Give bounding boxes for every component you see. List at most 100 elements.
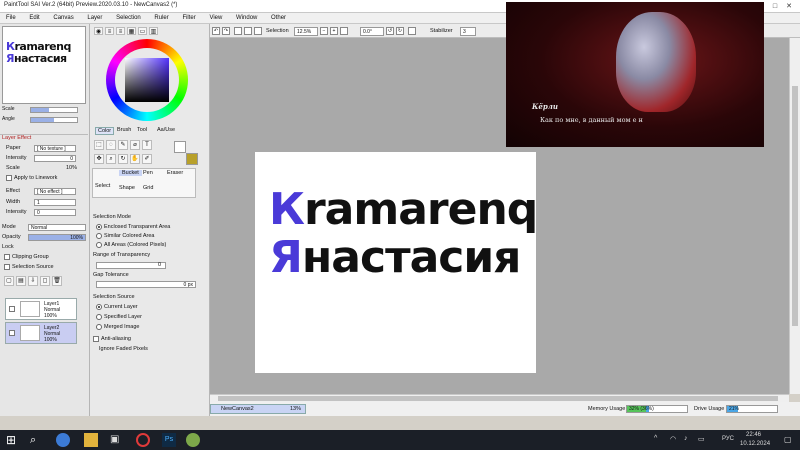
eyedropper-icon[interactable]: ⌀ [130,140,140,150]
layer-row-selected[interactable]: Layer2 Normal 100% [5,322,77,344]
menu-filter[interactable]: Filter [182,13,195,24]
horizontal-scrollbar[interactable] [210,394,789,402]
rect-select-icon[interactable]: ⬚ [94,140,104,150]
new-folder-icon[interactable]: ▤ [16,276,26,286]
document-tab[interactable]: NewCanvas2 13% [210,404,306,414]
tab-brush[interactable]: Brush [117,127,131,133]
source-merged-radio[interactable] [96,324,102,330]
hsv-slider-icon[interactable]: ≡ [116,27,125,35]
paint-tool-sai-icon[interactable] [186,433,200,447]
color-wheel[interactable] [106,39,188,121]
merge-down-icon[interactable]: ⇩ [28,276,38,286]
paper-select[interactable]: [ No texture ] [34,145,76,152]
color-picker-icon[interactable]: ✐ [142,154,152,164]
menu-file[interactable]: File [6,13,16,24]
text-tool-icon[interactable]: T [142,140,152,150]
color-wheel-mode-icon[interactable]: ◉ [94,27,103,35]
menu-canvas[interactable]: Canvas [53,13,73,24]
network-icon[interactable]: ◠ [670,435,676,443]
primary-color-swatch[interactable] [186,153,198,165]
tool-tab-select[interactable]: Select [95,183,110,189]
file-explorer-icon[interactable] [84,433,98,447]
intensity-field[interactable]: 0 [34,155,76,162]
blend-mode-select[interactable]: Normal [28,224,86,231]
navigator-zoom-slider[interactable]: Scale [2,106,88,114]
stabilizer-field[interactable]: 3 [460,27,476,36]
zoom-in-icon[interactable]: + [330,27,338,35]
clipping-group-checkbox[interactable] [4,254,10,260]
zoom-field[interactable]: 12.5% [294,27,318,36]
undo-icon[interactable]: ↶ [212,27,220,35]
range-slider[interactable] [96,262,166,269]
angle-field[interactable]: 0.0° [360,27,384,36]
search-icon[interactable]: ⌕ [30,433,44,447]
zoom-reset-icon[interactable] [340,27,348,35]
effect-select[interactable]: [ No effect ] [34,188,76,195]
source-specified-radio[interactable] [96,314,102,320]
width-field[interactable]: 1 [34,199,76,206]
tool-tab-bucket[interactable]: Bucket [119,170,142,176]
clock-time[interactable]: 22:46 [746,432,761,438]
apply-linework-checkbox[interactable] [6,175,12,181]
show-selection-icon[interactable] [254,27,262,35]
antialiasing-checkbox[interactable] [93,336,99,342]
layer-row[interactable]: Layer1 Normal 100% [5,298,77,320]
intensity2-field[interactable]: 0 [34,209,76,216]
close-button[interactable]: ✕ [778,1,800,12]
store-icon[interactable]: ▣ [110,433,124,447]
vertical-scroll-thumb[interactable] [792,86,798,326]
photoshop-icon[interactable]: Ps [162,433,176,447]
mode-all-radio[interactable] [96,242,102,248]
layer-effect-header[interactable]: Layer Effect [0,134,88,142]
delete-layer-icon[interactable]: 🗑 [52,276,62,286]
volume-icon[interactable]: ♪ [684,435,688,442]
notifications-icon[interactable]: ▢ [784,435,792,444]
deselect-icon[interactable] [234,27,242,35]
tab-tool[interactable]: Tool [137,127,147,133]
swatches-icon[interactable]: ▥ [149,27,158,35]
magic-wand-icon[interactable]: ✎ [118,140,128,150]
chat-app-icon[interactable] [56,433,70,447]
new-layer-icon[interactable]: ▢ [4,276,14,286]
menu-layer[interactable]: Layer [87,13,102,24]
tab-aause[interactable]: Aa/Use [157,127,175,133]
menu-other[interactable]: Other [271,13,286,24]
zoom-out-icon[interactable]: − [320,27,328,35]
zoom-tool-icon[interactable]: ⌕ [106,154,116,164]
saturation-value-square[interactable] [125,58,169,102]
menu-ruler[interactable]: Ruler [154,13,168,24]
source-current-radio[interactable] [96,304,102,310]
gap-tolerance-slider[interactable]: 0 px [96,281,196,288]
vertical-scrollbar[interactable] [789,38,800,394]
flip-icon[interactable] [408,27,416,35]
tool-tab-pen[interactable]: Pen [143,170,153,176]
rotate-tool-icon[interactable]: ↻ [118,154,128,164]
horizontal-scroll-thumb[interactable] [218,396,778,401]
palette-icon[interactable]: ▦ [127,27,136,35]
tool-tab-eraser[interactable]: Eraser [167,170,183,176]
mixer-icon[interactable]: ▭ [138,27,147,35]
menu-selection[interactable]: Selection [116,13,141,24]
lasso-icon[interactable]: ◌ [106,140,116,150]
tool-tab-shape[interactable]: Shape [119,185,135,191]
layer-visibility-checkbox[interactable] [9,306,15,312]
tool-tab-grid[interactable]: Grid [143,185,153,191]
rotate-right-icon[interactable]: ↻ [396,27,404,35]
language-indicator[interactable]: РУС [722,436,734,442]
opacity-slider[interactable]: 100% [28,234,86,241]
document-canvas[interactable]: Кramarenq Янастасия [255,152,538,373]
tab-color[interactable]: Color [95,127,115,135]
menu-edit[interactable]: Edit [29,13,39,24]
secondary-color-swatch[interactable] [174,141,186,153]
video-overlay[interactable]: Кёрли Как по мне, в данный мом е н [506,2,764,147]
clear-layer-icon[interactable]: ◻ [40,276,50,286]
clock-date[interactable]: 10.12.2024 [740,441,770,447]
rotate-left-icon[interactable]: ↺ [386,27,394,35]
hand-tool-icon[interactable]: ✋ [130,154,140,164]
navigator-preview[interactable]: Кramarenq Янастасия [2,26,86,104]
mode-enclosed-radio[interactable] [96,224,102,230]
redo-icon[interactable]: ↷ [222,27,230,35]
navigator-angle-slider[interactable]: Angle [2,116,88,124]
selection-source-checkbox[interactable] [4,264,10,270]
layer-visibility-checkbox[interactable] [9,330,15,336]
